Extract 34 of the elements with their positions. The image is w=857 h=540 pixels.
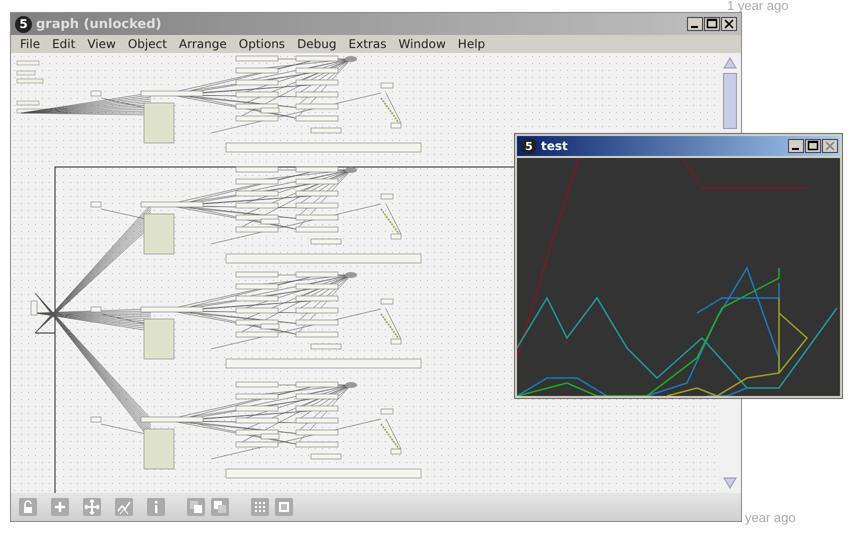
close-icon[interactable] — [721, 17, 737, 31]
window-title: test — [541, 139, 569, 153]
minimize-icon[interactable] — [788, 139, 804, 153]
send-back-icon[interactable] — [211, 498, 229, 516]
menu-item[interactable]: Options — [232, 37, 292, 51]
scroll-up-icon[interactable] — [723, 57, 737, 69]
menu-item[interactable]: Object — [122, 37, 173, 51]
scroll-thumb[interactable] — [723, 73, 737, 129]
window-title: graph (unlocked) — [36, 16, 162, 32]
bring-front-icon[interactable] — [187, 498, 205, 516]
menu-item[interactable]: Help — [452, 37, 492, 51]
menu-item[interactable]: Edit — [46, 37, 82, 51]
minimize-icon[interactable] — [687, 17, 703, 31]
maximize-icon[interactable] — [805, 139, 821, 153]
close-icon[interactable] — [822, 139, 838, 153]
timestamp: 1 year ago — [727, 0, 788, 13]
chart-icon[interactable] — [115, 498, 133, 516]
plus-icon[interactable] — [51, 498, 69, 516]
maximize-icon[interactable] — [704, 17, 720, 31]
lock-icon[interactable] — [19, 498, 37, 516]
scroll-down-icon[interactable] — [723, 477, 737, 489]
move-icon[interactable] — [83, 498, 101, 516]
menu-item[interactable]: Arrange — [172, 37, 233, 51]
menu-item[interactable]: Extras — [342, 37, 392, 51]
info-icon[interactable] — [147, 498, 165, 516]
grid-icon[interactable] — [251, 498, 269, 516]
menu-item[interactable]: View — [81, 37, 122, 51]
timestamp: year ago — [745, 510, 796, 525]
menu-item[interactable]: Debug — [291, 37, 343, 51]
app-badge: 5 — [15, 16, 32, 32]
grid-snap-icon[interactable] — [275, 498, 293, 516]
menu-item[interactable]: Window — [392, 37, 452, 51]
menu-item[interactable]: File — [14, 37, 46, 51]
app-badge: 5 — [521, 138, 537, 154]
